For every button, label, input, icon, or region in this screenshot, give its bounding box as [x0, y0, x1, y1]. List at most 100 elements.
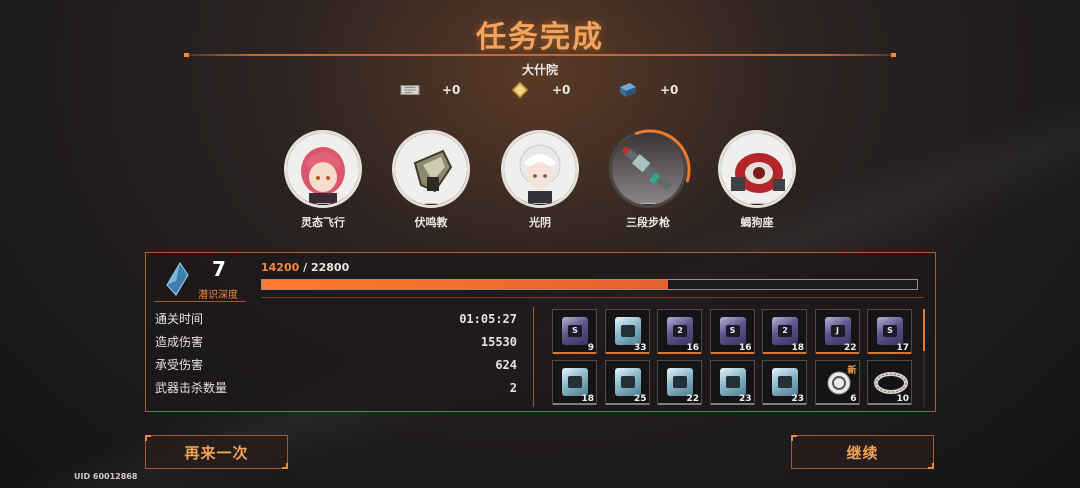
white-hair-character-portrait — [504, 133, 576, 205]
cube-face — [725, 376, 740, 388]
experience-bar-fill — [262, 280, 669, 289]
continue-button-label: 继续 — [846, 443, 879, 462]
cube-face — [673, 376, 687, 388]
retry-button-label: 再来一次 — [184, 443, 249, 462]
experience-max: 22800 — [310, 261, 350, 274]
cube-face: S — [568, 325, 582, 337]
character-name: 三段步枪 — [626, 216, 670, 229]
cube-face: S — [883, 325, 897, 337]
retry-button[interactable]: 再来一次 — [145, 435, 288, 469]
stat-value: 624 — [495, 358, 517, 372]
character-card[interactable]: 30 光阴 — [499, 130, 581, 230]
character-name: 光阴 — [529, 216, 551, 229]
cube-face — [620, 376, 635, 388]
depth-indicator: 7 潜识深度 — [154, 257, 244, 301]
purple-cube-icon: J — [824, 317, 851, 345]
loot-scrollbar[interactable] — [923, 309, 925, 351]
loot-item[interactable]: S9 — [552, 309, 597, 354]
character-level: 30 — [745, 203, 769, 205]
loot-item[interactable]: 23 — [762, 360, 807, 405]
item-count: 18 — [791, 343, 804, 353]
title-divider — [184, 53, 896, 57]
reward-book: +0 — [618, 82, 678, 98]
corner-decoration — [791, 435, 797, 441]
stat-row: 承受伤害 624 — [155, 354, 517, 377]
character-portrait: 30 — [284, 130, 362, 208]
book-icon — [618, 82, 638, 98]
character-name: 灵态飞行 — [301, 216, 345, 229]
reward-crystal: +0 — [510, 81, 571, 99]
blue-cube-icon — [614, 317, 641, 345]
depth-divider — [154, 301, 246, 302]
location-name: 大什院 — [521, 63, 558, 77]
cube-face: J — [830, 325, 845, 337]
loot-item[interactable]: 2 16 — [657, 309, 702, 354]
loot-item[interactable]: 18 — [552, 360, 597, 405]
stat-row: 造成伤害 15530 — [155, 331, 517, 354]
item-count: 6 — [850, 394, 857, 404]
stat-row: 武器击杀数量 2 — [155, 377, 517, 400]
cube-face: 2 — [778, 325, 792, 337]
loot-item[interactable]: 33 — [604, 309, 650, 354]
character-card[interactable]: 30 伏鸣教 — [390, 130, 472, 230]
loot-item[interactable]: S 17 — [867, 309, 912, 354]
character-portrait: 30 — [392, 130, 470, 208]
character-card-active[interactable]: 24 三段步枪 — [607, 129, 691, 230]
loot-item[interactable]: 新6 — [814, 360, 860, 405]
loot-item[interactable]: 23 — [709, 360, 755, 405]
new-badge: 新 — [847, 366, 857, 376]
reward-ticket: +0 — [400, 82, 460, 98]
stat-label: 通关时间 — [155, 312, 204, 326]
panel-divider — [533, 307, 534, 407]
loot-item[interactable]: 2 18 — [762, 309, 807, 354]
crystal-shard-icon — [164, 261, 190, 301]
cube-face: S — [725, 325, 740, 337]
page-title: 任务完成 — [476, 20, 604, 55]
character-name: 伏鸣教 — [414, 216, 448, 229]
character-card[interactable]: 30 灵态飞行 — [282, 130, 364, 230]
purple-cube-icon: S — [719, 317, 746, 345]
blue-cube-icon — [719, 368, 746, 396]
purple-cube-icon: S — [562, 317, 588, 345]
cube-face — [778, 376, 792, 388]
character-name: 蝎狗座 — [740, 216, 774, 229]
crystal-icon — [510, 81, 530, 99]
loot-item[interactable]: 25 — [604, 360, 650, 405]
cube-face: 2 — [673, 325, 687, 337]
item-count: 16 — [738, 343, 752, 353]
stat-value: 15530 — [480, 335, 517, 349]
item-count: 22 — [843, 343, 857, 353]
continue-button[interactable]: 继续 — [791, 435, 934, 469]
blue-cube-icon — [772, 368, 798, 396]
purple-cube-icon: 2 — [667, 317, 693, 345]
loot-item[interactable]: 10 — [867, 360, 912, 405]
red-mech-portrait — [721, 133, 793, 205]
item-count: 25 — [633, 394, 647, 404]
stat-label: 武器击杀数量 — [155, 381, 228, 395]
purple-cube-icon: S — [877, 317, 903, 345]
character-portrait: 30 — [718, 130, 796, 208]
ring-icon — [874, 372, 908, 394]
experience-bar — [261, 279, 918, 290]
character-card[interactable]: 30 蝎狗座 — [716, 130, 798, 230]
stats-list: 通关时间 01:05:27 造成伤害 15530 承受伤害 624 武器击杀数量… — [155, 308, 517, 400]
character-portrait: 30 — [501, 130, 579, 208]
loot-item[interactable]: J 22 — [814, 309, 860, 354]
stat-label: 造成伤害 — [155, 335, 204, 349]
blue-cube-icon — [614, 368, 641, 396]
item-count: 22 — [686, 394, 699, 404]
loot-item[interactable]: 22 — [657, 360, 702, 405]
experience-separator: / — [299, 261, 311, 274]
stat-value: 2 — [509, 381, 517, 395]
reward-ticket-value: +0 — [442, 83, 461, 97]
cube-face — [568, 376, 582, 388]
mask-weapon-portrait — [395, 133, 467, 205]
loot-item[interactable]: S 16 — [709, 309, 755, 354]
stat-value: 01:05:27 — [459, 312, 517, 326]
item-count: 18 — [581, 394, 594, 404]
item-count: 10 — [896, 394, 909, 404]
character-level: 30 — [311, 203, 335, 205]
experience-current: 14200 — [261, 261, 300, 274]
reward-crystal-value: +0 — [552, 83, 571, 97]
corner-decoration — [282, 463, 288, 469]
